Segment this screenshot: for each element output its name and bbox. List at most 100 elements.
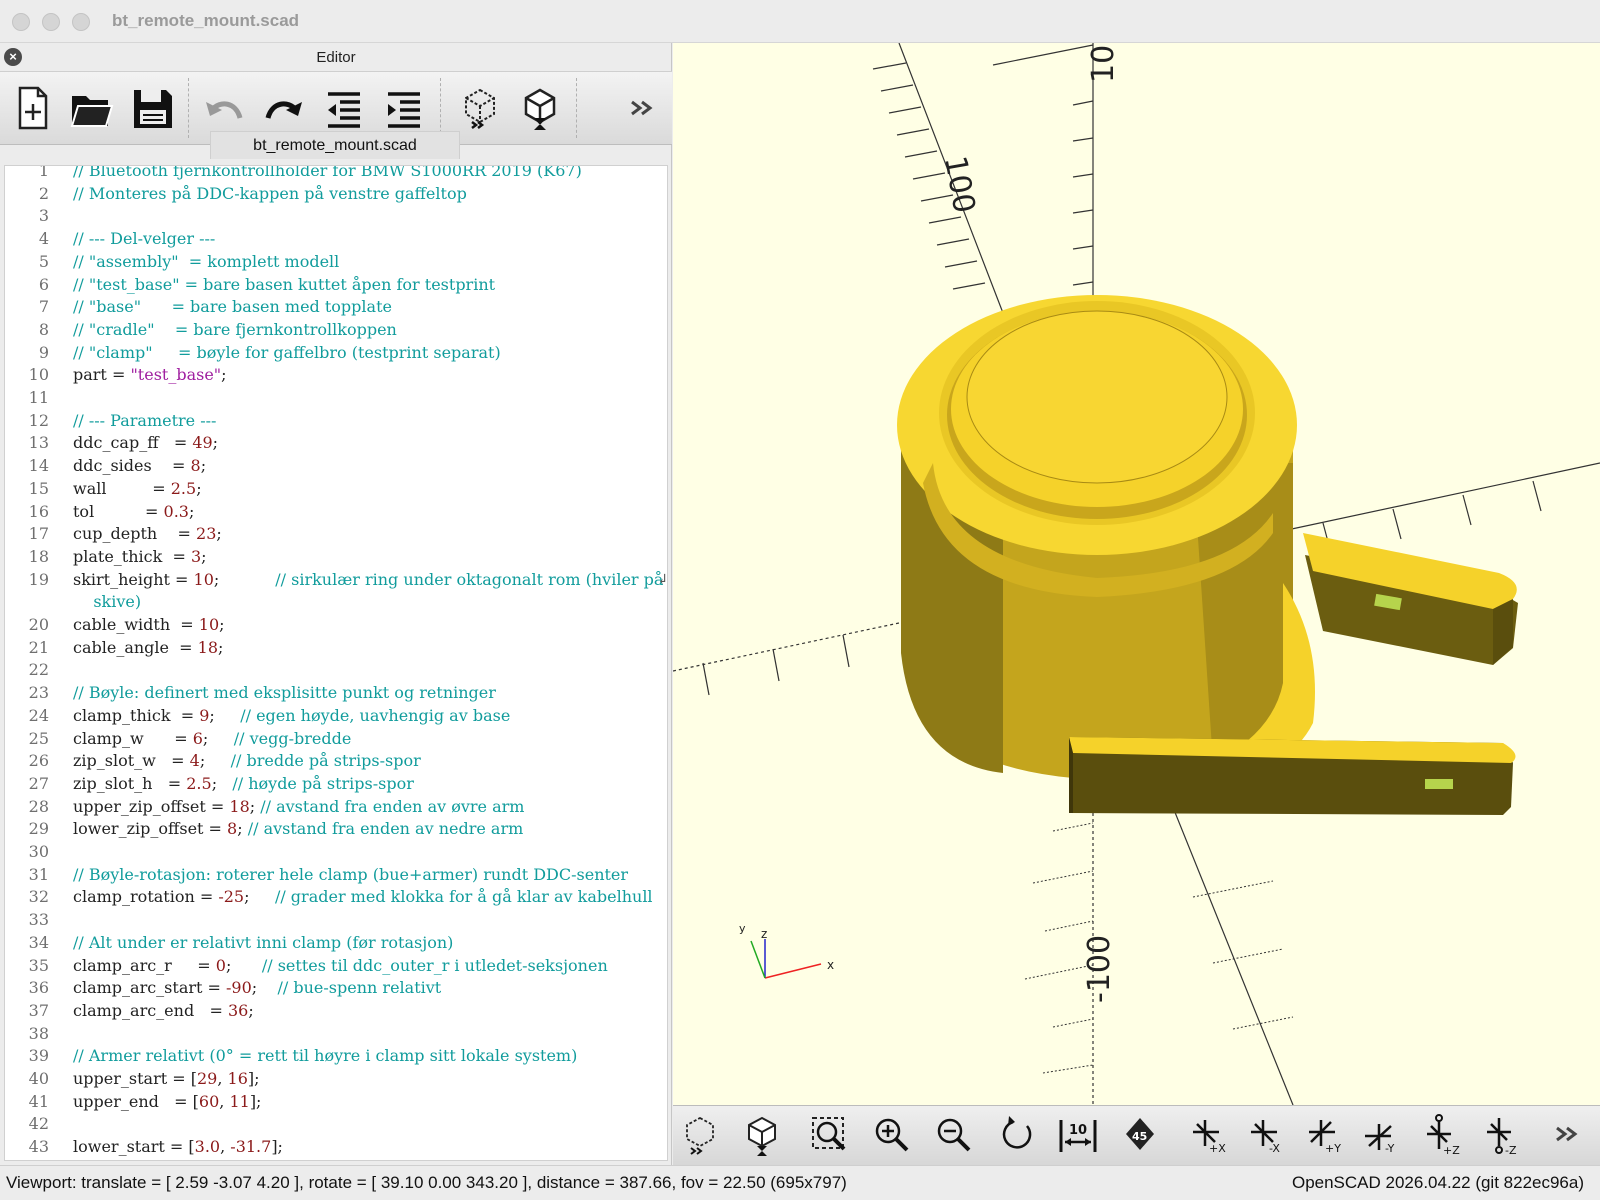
line-number: 24 (28, 705, 49, 725)
code-line[interactable]: 23 // Bøyle: definert med eksplisitte pun… (5, 682, 667, 705)
code-text: // Monteres på DDC-kappen på venstre gaf… (73, 183, 467, 206)
line-number: 36 (28, 978, 49, 998)
code-line[interactable]: 12 // --- Parametre --- (5, 410, 667, 433)
svg-text:-Y: -Y (1385, 1142, 1395, 1155)
window-minimize-button[interactable] (42, 13, 60, 31)
code-line[interactable]: 41 upper_end = [60, 11]; (5, 1091, 667, 1114)
code-line[interactable]: 16 tol = 0.3; (5, 501, 667, 524)
version-label: OpenSCAD 2026.04.22 (git 822ec96a) (1291, 1173, 1584, 1192)
show-scale-button[interactable]: 10 (1055, 1112, 1101, 1158)
wrap-indicator-icon: ↲ (657, 571, 668, 588)
code-token: ; (225, 955, 262, 975)
code-line[interactable]: 2 // Monteres på DDC-kappen på venstre ga… (5, 183, 667, 206)
viewport-preview-button[interactable] (677, 1112, 723, 1158)
zoom-in-button[interactable] (869, 1112, 915, 1158)
indent-button[interactable] (376, 80, 432, 136)
preview-button[interactable] (452, 80, 508, 136)
code-line[interactable]: 21 cable_angle = 18; (5, 637, 667, 660)
view-bottom-button[interactable]: -Z (1479, 1112, 1525, 1158)
code-line[interactable]: 33 (5, 909, 667, 932)
code-line[interactable]: 14 ddc_sides = 8; (5, 455, 667, 478)
new-file-button[interactable] (4, 80, 60, 136)
open-file-button[interactable] (64, 80, 120, 136)
code-line[interactable]: 38 (5, 1023, 667, 1046)
code-line[interactable]: 1 // Bluetooth fjernkontrollholder for BM… (5, 165, 667, 183)
code-line[interactable]: 37 clamp_arc_end = 36; (5, 1000, 667, 1023)
viewport-toolbar-more-button[interactable] (1543, 1112, 1589, 1158)
line-number: 41 (28, 1091, 49, 1111)
gizmo-y-label: y (739, 922, 746, 935)
viewport-status: Viewport: translate = [ 2.59 -3.07 4.20 … (6, 1173, 847, 1192)
code-line[interactable]: 20 cable_width = 10; (5, 614, 667, 637)
zoom-out-button[interactable] (931, 1112, 977, 1158)
code-line[interactable]: 19 skirt_height = 10; // sirkulær ring un… (5, 569, 668, 592)
undo-button[interactable] (196, 80, 252, 136)
scale-label-z-negative: -100 (1082, 935, 1117, 1003)
view-back-button[interactable]: +Y (1301, 1112, 1347, 1158)
code-line[interactable]: 27 zip_slot_h = 2.5; // høyde på strips-s… (5, 773, 667, 796)
code-token: ; (199, 751, 231, 771)
code-line[interactable]: skive) (5, 591, 667, 614)
code-number: 18 (197, 637, 219, 657)
code-line[interactable]: 26 zip_slot_w = 4; // bredde på strips-sp… (5, 750, 667, 773)
code-line[interactable]: 36 clamp_arc_start = -90; // bue-spenn re… (5, 977, 667, 1000)
code-line[interactable]: 9 // "clamp" = bøyle for gaffelbro (testp… (5, 342, 667, 365)
code-line[interactable]: 32 clamp_rotation = -25; // grader med kl… (5, 886, 667, 909)
code-line[interactable]: 25 clamp_w = 6; // vegg-bredde (5, 728, 667, 751)
code-line[interactable]: 15 wall = 2.5; (5, 478, 667, 501)
code-line[interactable]: 3 (5, 205, 667, 228)
code-line[interactable]: 42 (5, 1113, 667, 1136)
code-line[interactable]: 24 clamp_thick = 9; // egen høyde, uavhen… (5, 705, 667, 728)
toggle-perspective-button[interactable]: 45 (1117, 1112, 1163, 1158)
line-number: 25 (28, 728, 49, 748)
code-line[interactable]: 31 // Bøyle-rotasjon: roterer hele clamp … (5, 864, 667, 887)
window-zoom-button[interactable] (72, 13, 90, 31)
code-line[interactable]: 13 ddc_cap_ff = 49; (5, 432, 667, 455)
line-number: 11 (28, 388, 49, 407)
code-line[interactable]: 5 // "assembly" = komplett modell (5, 251, 667, 274)
code-text: zip_slot_h = 2.5; // høyde på strips-spo… (73, 773, 414, 796)
save-file-button[interactable] (124, 80, 180, 136)
reset-view-button[interactable] (993, 1112, 1039, 1158)
code-number: -90 (226, 978, 252, 998)
view-front-button[interactable]: -Y (1359, 1112, 1405, 1158)
code-line[interactable]: 8 // "cradle" = bare fjernkontrollkoppen (5, 319, 667, 342)
redo-button[interactable] (256, 80, 312, 136)
code-line[interactable]: 22 (5, 659, 667, 682)
viewport-render-button[interactable] (739, 1112, 785, 1158)
view-right-button[interactable]: +X (1185, 1112, 1231, 1158)
editor-tab[interactable]: bt_remote_mount.scad (210, 131, 460, 159)
3d-viewport[interactable]: 100 -100 100 x z y (673, 43, 1600, 1105)
view-left-button[interactable]: -X (1243, 1112, 1289, 1158)
code-line[interactable]: 39 // Armer relativt (0° = rett til høyre… (5, 1045, 667, 1068)
code-line[interactable]: 18 plate_thick = 3; (5, 546, 667, 569)
toolbar-more-button[interactable] (616, 80, 672, 136)
code-line[interactable]: 35 clamp_arc_r = 0; // settes til ddc_out… (5, 955, 667, 978)
code-line[interactable]: 30 (5, 841, 667, 864)
unindent-button[interactable] (316, 80, 372, 136)
code-line[interactable]: 29 lower_zip_offset = 8; // avstand fra e… (5, 818, 667, 841)
code-line[interactable]: 34 // Alt under er relativt inni clamp (f… (5, 932, 667, 955)
code-line[interactable]: 28 upper_zip_offset = 18; // avstand fra … (5, 796, 667, 819)
code-token: , (217, 1069, 228, 1088)
render-icon (524, 88, 556, 130)
code-line[interactable]: 11 (5, 387, 667, 410)
code-line[interactable]: 17 cup_depth = 23; (5, 523, 667, 546)
code-number: 6 (192, 728, 203, 748)
code-line[interactable]: 4 // --- Del-velger --- (5, 228, 667, 251)
code-token: ; (244, 887, 275, 907)
code-line[interactable]: 7 // "base" = bare basen med topplate (5, 296, 667, 319)
code-line[interactable]: 40 upper_start = [29, 16]; (5, 1068, 667, 1091)
code-line[interactable]: 6 // "test_base" = bare basen kuttet åpen… (5, 274, 667, 297)
gizmo-x-label: x (827, 958, 834, 972)
unindent-icon (328, 92, 360, 128)
code-comment: // Bluetooth fjernkontrollholder for BMW… (73, 165, 582, 180)
code-text: // "base" = bare basen med topplate (73, 296, 392, 319)
view-all-button[interactable] (807, 1112, 853, 1158)
code-editor[interactable]: 1 // Bluetooth fjernkontrollholder for BM… (4, 165, 668, 1161)
code-line[interactable]: 43 lower_start = [3.0, -31.7]; (5, 1136, 667, 1159)
window-close-button[interactable] (12, 13, 30, 31)
code-line[interactable]: 10 part = "test_base"; (5, 364, 667, 387)
render-button[interactable] (512, 80, 568, 136)
view-top-button[interactable]: +Z (1419, 1112, 1465, 1158)
